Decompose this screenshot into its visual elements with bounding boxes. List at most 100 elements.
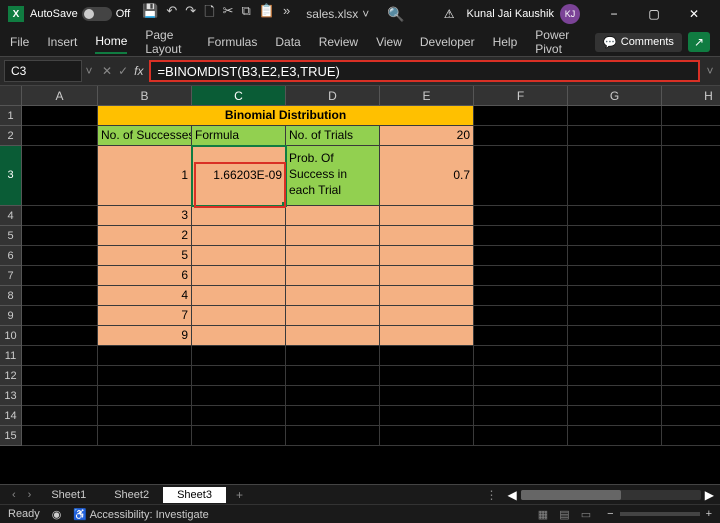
cell-f4[interactable] [474,206,568,226]
row-header-14[interactable]: 14 [0,406,22,426]
row-header-11[interactable]: 11 [0,346,22,366]
zoom-slider[interactable] [620,512,700,516]
cell-c10[interactable] [192,326,286,346]
cell-f5[interactable] [474,226,568,246]
cell-b4[interactable]: 3 [98,206,192,226]
cell-h10[interactable] [662,326,720,346]
share-button[interactable]: ↗ [688,32,710,52]
cell-f10[interactable] [474,326,568,346]
new-file-icon[interactable]: 🗋 [204,3,214,25]
cell-e7[interactable] [380,266,474,286]
cell-g9[interactable] [568,306,662,326]
normal-view-icon[interactable]: ▦ [534,509,552,521]
cell-c3[interactable]: 1.66203E-09 [192,146,286,206]
cell-g5[interactable] [568,226,662,246]
cell-h1[interactable] [662,106,720,126]
cell-b10[interactable]: 9 [98,326,192,346]
cell-f7[interactable] [474,266,568,286]
sheet-nav-next[interactable]: › [22,489,38,501]
col-header-d[interactable]: D [286,86,380,106]
cell-a4[interactable] [22,206,98,226]
cell-e9[interactable] [380,306,474,326]
cell-a7[interactable] [22,266,98,286]
close-button[interactable]: ✕ [676,2,712,26]
cell-g10[interactable] [568,326,662,346]
scroll-left-icon[interactable]: ◀ [508,488,517,502]
qat-overflow-icon[interactable]: » [283,3,290,25]
col-header-e[interactable]: E [380,86,474,106]
cell-h8[interactable] [662,286,720,306]
cell-d6[interactable] [286,246,380,266]
cell-h9[interactable] [662,306,720,326]
tab-view[interactable]: View [376,31,402,53]
tab-file[interactable]: File [10,31,29,53]
row-header-12[interactable]: 12 [0,366,22,386]
sheet-tab-menu-icon[interactable]: ⋮ [476,488,508,502]
cell-e2[interactable]: 20 [380,126,474,146]
cell-e10[interactable] [380,326,474,346]
cell-g6[interactable] [568,246,662,266]
cell-b8[interactable]: 4 [98,286,192,306]
col-header-a[interactable]: A [22,86,98,106]
cell-c7[interactable] [192,266,286,286]
sheet-nav-prev[interactable]: ‹ [6,489,22,501]
scroll-right-icon[interactable]: ▶ [705,488,714,502]
zoom-out-icon[interactable]: − [607,508,613,520]
redo-icon[interactable]: ↷ [185,3,196,25]
cell-c6[interactable] [192,246,286,266]
row-header-1[interactable]: 1 [0,106,22,126]
tab-review[interactable]: Review [319,31,358,53]
cancel-formula-icon[interactable]: ✕ [102,64,112,78]
row-header-9[interactable]: 9 [0,306,22,326]
cell-d9[interactable] [286,306,380,326]
tab-home[interactable]: Home [95,30,127,54]
cell-a2[interactable] [22,126,98,146]
col-header-c[interactable]: C [192,86,286,106]
cut-icon[interactable]: ✂ [223,3,234,25]
cell-g7[interactable] [568,266,662,286]
name-box-dropdown[interactable]: ˅ [82,64,96,78]
cell-c4[interactable] [192,206,286,226]
cell-b2[interactable]: No. of Successes(k) [98,126,192,146]
cell-c8[interactable] [192,286,286,306]
tab-data[interactable]: Data [275,31,300,53]
cell-a1[interactable] [22,106,98,126]
fx-icon[interactable]: fx [134,64,143,78]
tab-power-pivot[interactable]: Power Pivot [535,24,577,60]
row-header-8[interactable]: 8 [0,286,22,306]
minimize-button[interactable]: − [596,2,632,26]
add-sheet-button[interactable]: + [226,488,253,502]
cell-h7[interactable] [662,266,720,286]
sheet-tab-1[interactable]: Sheet1 [37,487,100,503]
cell-h2[interactable] [662,126,720,146]
cell-f6[interactable] [474,246,568,266]
undo-icon[interactable]: ↶ [166,3,177,25]
cell-a3[interactable] [22,146,98,206]
cell-e6[interactable] [380,246,474,266]
cell-c9[interactable] [192,306,286,326]
tab-insert[interactable]: Insert [47,31,77,53]
cell-f9[interactable] [474,306,568,326]
paste-icon[interactable]: 📋 [259,3,275,25]
cell-h6[interactable] [662,246,720,266]
zoom-in-icon[interactable]: + [706,508,712,520]
cell-a10[interactable] [22,326,98,346]
cell-f1[interactable] [474,106,568,126]
user-account[interactable]: Kunal Jai Kaushik KJ [467,4,580,24]
cell-e5[interactable] [380,226,474,246]
cell-e3[interactable]: 0.7 [380,146,474,206]
cell-f2[interactable] [474,126,568,146]
cell-d7[interactable] [286,266,380,286]
cell-a8[interactable] [22,286,98,306]
notification-icon[interactable]: ⚠ [444,7,455,21]
col-header-b[interactable]: B [98,86,192,106]
comments-button[interactable]: 💬 Comments [595,33,682,52]
page-break-view-icon[interactable]: ▭ [577,509,595,521]
sheet-tab-2[interactable]: Sheet2 [100,487,163,503]
cell-b5[interactable]: 2 [98,226,192,246]
cell-d3[interactable]: Prob. Of Success in each Trial [286,146,380,206]
cell-title[interactable]: Binomial Distribution [98,106,474,126]
cell-d5[interactable] [286,226,380,246]
cell-h5[interactable] [662,226,720,246]
cell-e4[interactable] [380,206,474,226]
